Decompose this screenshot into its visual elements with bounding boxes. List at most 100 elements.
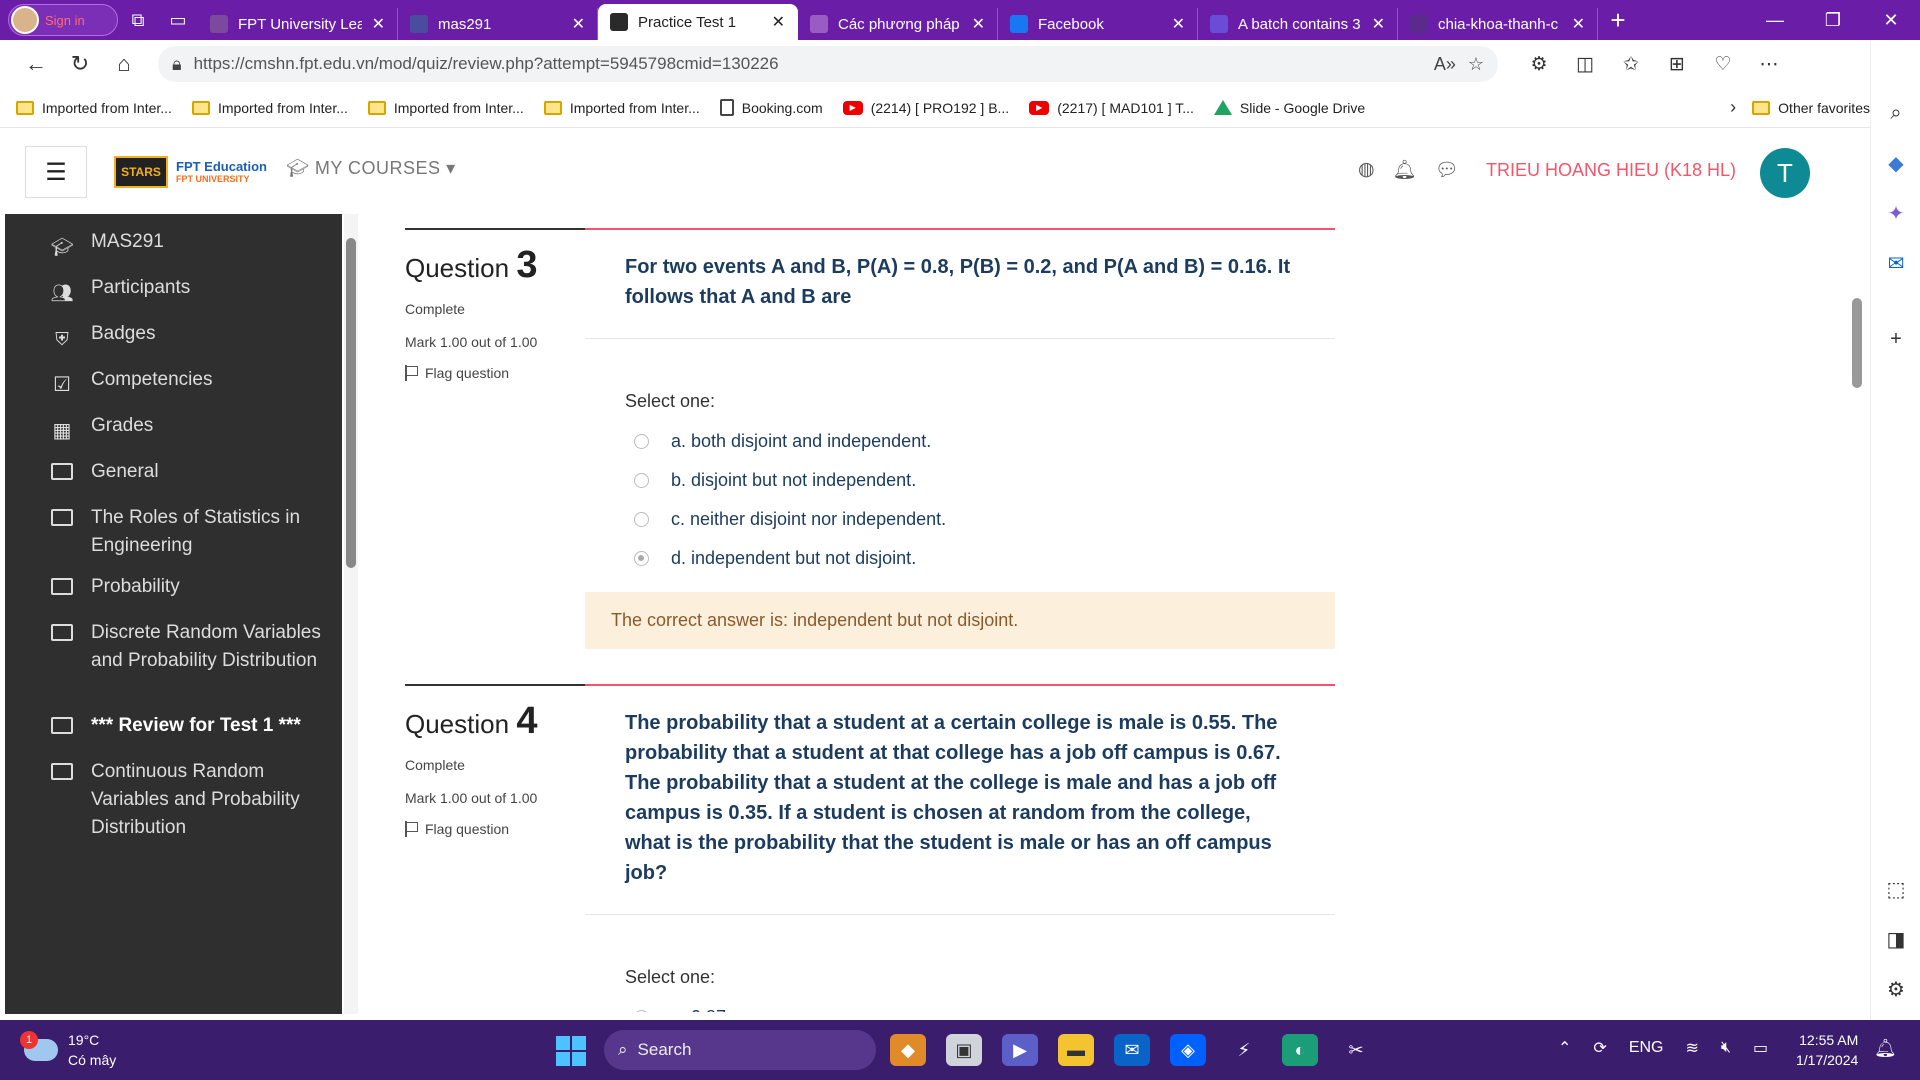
drawer-item[interactable]: The Roles of Statistics in Engineering xyxy=(49,504,341,560)
page-scrollbar-thumb[interactable] xyxy=(1852,298,1862,388)
favorite-star-icon[interactable]: ☆ xyxy=(1468,54,1484,75)
start-button[interactable] xyxy=(556,1036,586,1066)
favorite-item[interactable]: Imported from Inter... xyxy=(367,100,524,116)
hide-sidebar-icon[interactable]: ◨ xyxy=(1883,926,1909,952)
favorite-item[interactable]: Slide - Google Drive xyxy=(1213,100,1365,116)
browser-tab[interactable]: Facebook ✕ xyxy=(998,8,1198,40)
browser-tab[interactable]: A batch contains 3 ✕ xyxy=(1198,8,1398,40)
back-icon[interactable]: ← xyxy=(14,46,58,82)
favorite-item[interactable]: Imported from Inter... xyxy=(543,100,700,116)
close-window-button[interactable]: ✕ xyxy=(1862,10,1920,31)
radio-button[interactable] xyxy=(634,512,649,527)
app-icon-file-explorer[interactable]: ▬ xyxy=(1058,1034,1094,1066)
browser-tab[interactable]: FPT University Lea ✕ xyxy=(198,8,398,40)
workspaces-icon[interactable]: ⧉ xyxy=(118,4,158,36)
close-tab-icon[interactable]: ✕ xyxy=(1572,14,1585,34)
url-text[interactable]: https://cmshn.fpt.edu.vn/mod/quiz/review… xyxy=(194,54,1422,74)
settings-gear-icon[interactable]: ⚙ xyxy=(1883,976,1909,1002)
app-icon-edge[interactable]: ◐ xyxy=(1282,1034,1318,1066)
address-bar[interactable]: 🔒︎ https://cmshn.fpt.edu.vn/mod/quiz/rev… xyxy=(158,46,1498,82)
flag-question-link[interactable]: Flag question xyxy=(405,365,585,381)
tab-actions-icon[interactable]: ▭ xyxy=(158,4,198,36)
answer-option[interactable]: a. 0.87 xyxy=(625,998,1295,1012)
drawer-item[interactable]: ⛨ Badges xyxy=(49,320,341,353)
page-scrollbar[interactable] xyxy=(1844,128,1870,1012)
new-tab-button[interactable]: + xyxy=(1598,5,1638,36)
profile-button[interactable]: Sign in xyxy=(8,4,118,36)
globe-icon[interactable]: ◍ xyxy=(1358,158,1375,182)
volume-muted-icon[interactable]: 🔇︎ xyxy=(1721,1039,1731,1057)
favorites-overflow-icon[interactable]: › xyxy=(1730,97,1736,118)
drawer-item[interactable]: 👥︎ Participants xyxy=(49,274,341,307)
app-icon-dropbox[interactable]: ◈ xyxy=(1170,1034,1206,1066)
minimize-button[interactable]: — xyxy=(1746,10,1804,31)
answer-option[interactable]: d. independent but not disjoint. xyxy=(625,539,1295,578)
sync-icon[interactable]: ⟳ xyxy=(1593,1038,1606,1058)
drawer-item[interactable]: Discrete Random Variables and Probabilit… xyxy=(49,619,341,675)
wifi-icon[interactable]: ≋ xyxy=(1685,1038,1698,1058)
close-tab-icon[interactable]: ✕ xyxy=(372,14,385,34)
menu-toggle-button[interactable]: ☰ xyxy=(25,146,87,198)
answer-option[interactable]: a. both disjoint and independent. xyxy=(625,422,1295,461)
notification-center-icon[interactable]: 🔔︎ xyxy=(1874,1038,1897,1059)
drawer-item[interactable]: ☑ Competencies xyxy=(49,366,341,399)
app-icon-teams[interactable]: ▶ xyxy=(1002,1034,1038,1066)
answer-option[interactable]: c. neither disjoint nor independent. xyxy=(625,500,1295,539)
browser-essentials-icon[interactable]: ♡ xyxy=(1700,53,1746,76)
add-sidebar-app-icon[interactable]: + xyxy=(1883,326,1909,352)
other-favorites[interactable]: Other favorites xyxy=(1752,100,1870,116)
favorite-item[interactable]: Imported from Inter... xyxy=(191,100,348,116)
favorite-item[interactable]: ▶ (2214) [ PRO192 ] B... xyxy=(842,100,1009,116)
lock-icon[interactable]: 🔒︎ xyxy=(172,54,182,75)
screenshot-icon[interactable]: ⬚ xyxy=(1883,876,1909,902)
user-name[interactable]: TRIEU HOANG HIEU (K18 HL) xyxy=(1486,160,1736,181)
copilot-icon[interactable]: ✦ xyxy=(1883,200,1909,226)
drawer-item[interactable]: General xyxy=(49,458,341,486)
flag-question-link[interactable]: Flag question xyxy=(405,821,585,837)
user-avatar[interactable]: T xyxy=(1760,148,1810,198)
home-icon[interactable]: ⌂ xyxy=(102,46,146,82)
extensions-icon[interactable]: ⚙ xyxy=(1516,53,1562,76)
close-tab-icon[interactable]: ✕ xyxy=(1172,14,1185,34)
language-indicator[interactable]: ENG xyxy=(1629,1039,1664,1057)
clock[interactable]: 12:55 AM 1/17/2024 xyxy=(1796,1030,1858,1070)
answer-option[interactable]: b. disjoint but not independent. xyxy=(625,461,1295,500)
radio-button[interactable] xyxy=(634,551,649,566)
site-logo[interactable]: STARS FPT Education FPT UNIVERSITY xyxy=(114,156,267,188)
battery-icon[interactable]: ▭ xyxy=(1753,1038,1768,1058)
radio-button[interactable] xyxy=(634,473,649,488)
drawer-scrollbar-thumb[interactable] xyxy=(346,238,356,568)
close-tab-icon[interactable]: ✕ xyxy=(972,14,985,34)
favorite-item[interactable]: ▶ (2217) [ MAD101 ] T... xyxy=(1029,100,1194,116)
outlook-icon[interactable]: ✉ xyxy=(1883,250,1909,276)
refresh-icon[interactable]: ↻ xyxy=(58,46,102,82)
close-tab-icon[interactable]: ✕ xyxy=(772,12,785,32)
search-icon[interactable]: ⌕ xyxy=(1883,100,1909,126)
browser-tab[interactable]: mas291 ✕ xyxy=(398,8,598,40)
browser-tab[interactable]: Các phương pháp ✕ xyxy=(798,8,998,40)
app-icon-mail[interactable]: ✉ xyxy=(1114,1034,1150,1066)
read-aloud-icon[interactable]: A» xyxy=(1434,54,1456,75)
favorites-icon[interactable]: ✩ xyxy=(1608,53,1654,76)
tray-chevron-icon[interactable]: ⌃ xyxy=(1558,1038,1571,1058)
drawer-item[interactable]: ▦ Grades xyxy=(49,412,341,445)
radio-button[interactable] xyxy=(634,434,649,449)
favorite-item[interactable]: Booking.com xyxy=(719,99,823,116)
taskbar-search[interactable]: ⌕ Search xyxy=(604,1030,876,1070)
shopping-icon[interactable]: ◆ xyxy=(1883,150,1909,176)
drawer-scrollbar[interactable] xyxy=(344,214,358,1014)
browser-tab[interactable]: Practice Test 1 ✕ xyxy=(598,4,798,40)
split-screen-icon[interactable]: ◫ xyxy=(1562,53,1608,76)
restore-button[interactable]: ❐ xyxy=(1804,10,1862,31)
close-tab-icon[interactable]: ✕ xyxy=(572,14,585,34)
collections-icon[interactable]: ⊞ xyxy=(1654,53,1700,76)
drawer-item[interactable]: Probability xyxy=(49,573,341,601)
close-tab-icon[interactable]: ✕ xyxy=(1372,14,1385,34)
favorite-item[interactable]: Imported from Inter... xyxy=(16,100,172,116)
my-courses-menu[interactable]: 🎓︎ MY COURSES ▾ xyxy=(286,158,456,179)
app-icon-widgets[interactable]: ◆ xyxy=(890,1034,926,1066)
drawer-item[interactable]: *** Review for Test 1 *** xyxy=(49,712,341,740)
app-icon-bolt[interactable]: ⚡︎ xyxy=(1226,1034,1262,1066)
radio-button[interactable] xyxy=(634,1010,649,1012)
notification-bell-icon[interactable]: 🔔︎ xyxy=(1393,158,1417,182)
